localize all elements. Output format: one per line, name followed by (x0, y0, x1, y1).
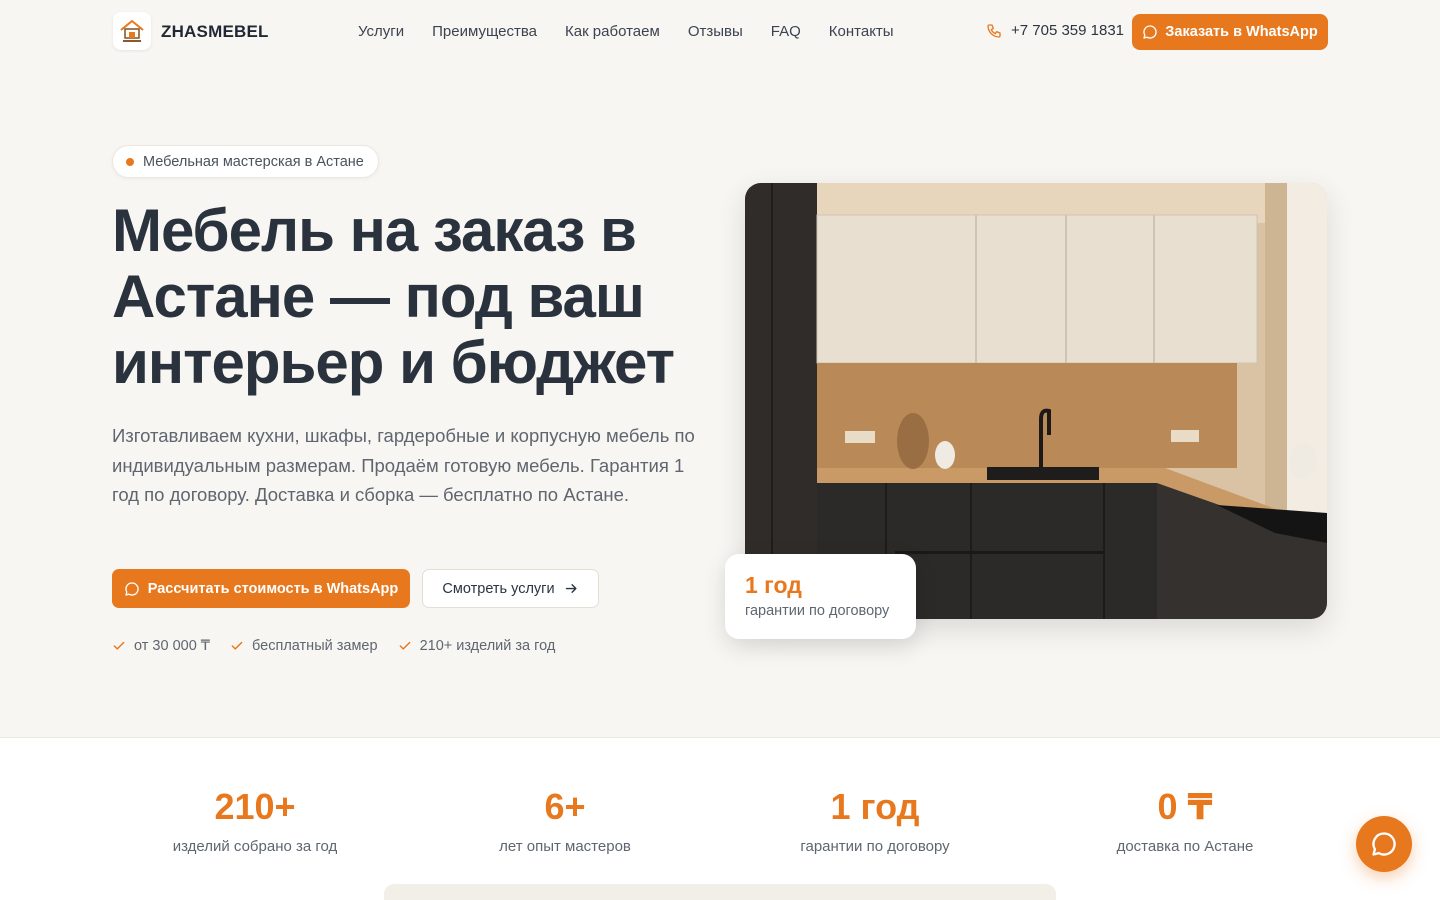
view-services-button[interactable]: Смотреть услуги (422, 569, 599, 608)
warranty-badge: 1 год гарантии по договору (725, 554, 916, 639)
brand-name[interactable]: ZHASMEBEL (161, 22, 269, 42)
stat-value: 210+ (214, 786, 296, 827)
stat-items: 210+ изделий собрано за год (105, 786, 405, 855)
brand-logo[interactable] (113, 12, 151, 50)
check-item: 210+ изделий за год (398, 638, 555, 654)
hero-description: Изготавливаем кухни, шкафы, гардеробные … (112, 425, 695, 505)
stat-label: гарантии по договору (800, 838, 950, 855)
chat-fab-button[interactable] (1356, 816, 1412, 872)
nav-item-how-we-work[interactable]: Как работаем (565, 23, 660, 40)
hero-title: Мебель на заказ в Астане — под ваш интер… (112, 197, 675, 396)
check-item: бесплатный замер (230, 638, 378, 654)
stat-label: доставка по Астане (1116, 838, 1254, 855)
chat-icon (125, 581, 139, 596)
stat-delivery: 0 ₸ доставка по Астане (1035, 786, 1335, 855)
check-item: от 30 000 ₸ (112, 638, 210, 654)
check-icon (399, 641, 410, 650)
check-icon (231, 641, 243, 650)
site-header: ZHASMEBEL Услуги Преимущества Как работа… (0, 0, 1440, 64)
nav-item-contacts[interactable]: Контакты (829, 23, 894, 40)
stat-value: 1 год (830, 786, 920, 827)
feature-checks: от 30 000 ₸ бесплатный замер 210+ издели… (112, 638, 555, 654)
nav-item-services[interactable]: Услуги (358, 23, 404, 40)
stat-value: 6+ (544, 786, 586, 827)
arrow-right-icon (565, 584, 577, 593)
check-icon (113, 641, 125, 650)
stat-experience: 6+ лет опыт мастеров (415, 786, 715, 855)
phone-number: +7 705 359 1831 (1011, 22, 1125, 39)
info-strip (384, 884, 1056, 900)
warranty-label: гарантии по договору (745, 603, 890, 619)
accent-dot (126, 157, 134, 166)
warranty-value: 1 год (745, 572, 802, 598)
house-logo-icon (120, 19, 144, 42)
stat-label: изделий собрано за год (172, 838, 338, 855)
stats-section: 210+ изделий собрано за год 6+ лет опыт … (0, 737, 1440, 900)
location-badge: Мебельная мастерская в Астане (112, 145, 379, 178)
chat-bubble-icon (1372, 832, 1396, 856)
stat-warranty: 1 год гарантии по договору (725, 786, 1025, 855)
phone-link[interactable]: +7 705 359 1831 (986, 22, 1124, 39)
calculate-price-button[interactable]: Рассчитать стоимость в WhatsApp (112, 569, 410, 608)
stat-value: 0 ₸ (1157, 786, 1213, 827)
stat-label: лет опыт мастеров (499, 838, 631, 855)
main-nav: Услуги Преимущества Как работаем Отзывы … (358, 23, 894, 40)
phone-icon (987, 23, 1001, 38)
nav-item-reviews[interactable]: Отзывы (688, 23, 743, 40)
nav-item-faq[interactable]: FAQ (771, 23, 801, 40)
order-whatsapp-button[interactable]: Заказать в WhatsApp (1132, 14, 1328, 50)
nav-item-advantages[interactable]: Преимущества (432, 23, 537, 40)
chat-icon (1143, 25, 1157, 39)
